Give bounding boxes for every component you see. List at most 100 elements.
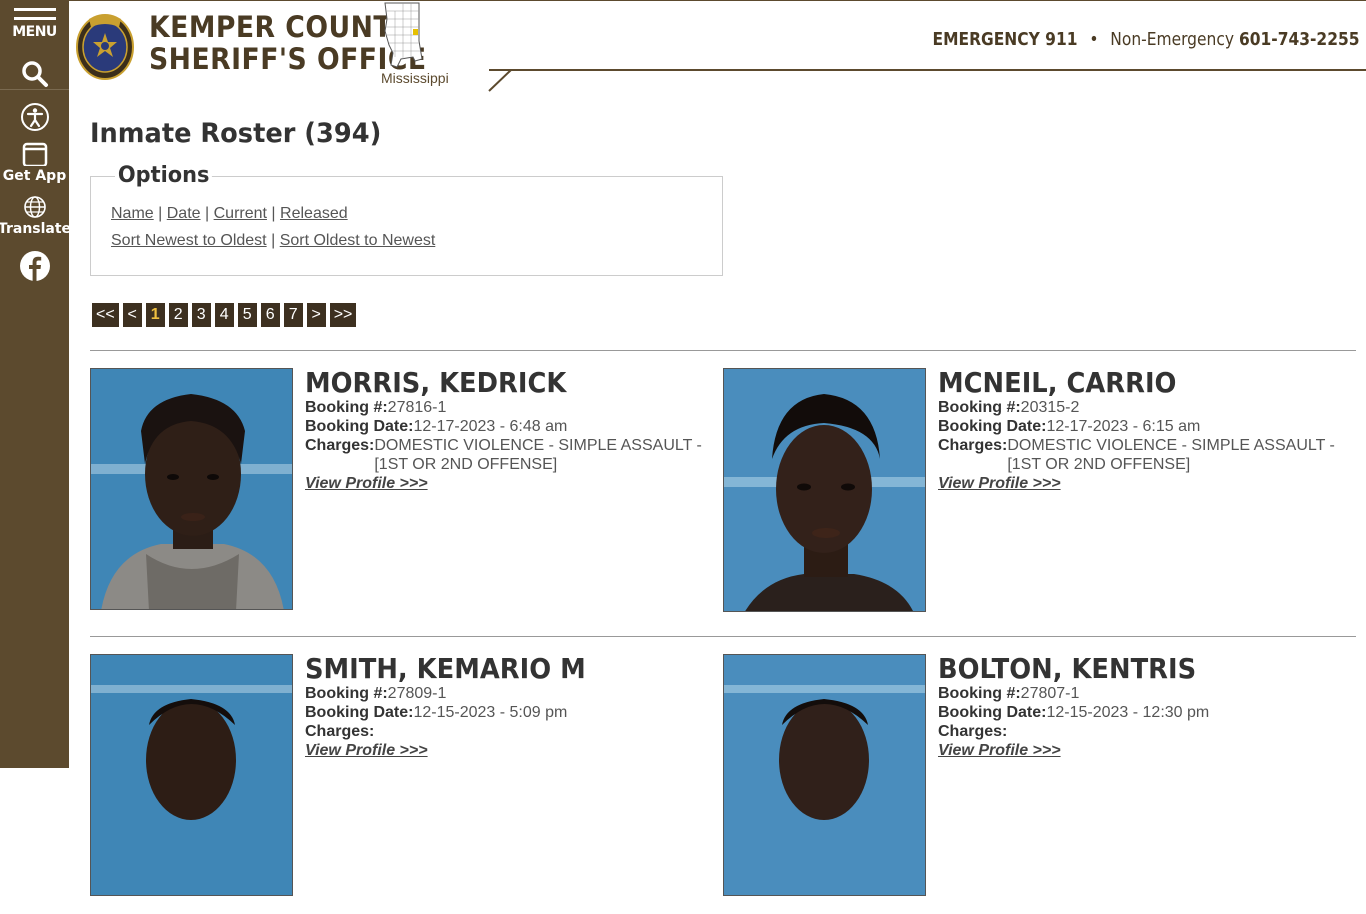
charges-value <box>374 722 715 741</box>
page-5-button[interactable]: 5 <box>237 303 257 327</box>
page-prev-button[interactable]: < <box>122 303 142 327</box>
page-4-button[interactable]: 4 <box>214 303 234 327</box>
divider <box>90 636 1356 637</box>
divider <box>90 350 1356 351</box>
inmate-photo[interactable] <box>90 654 293 896</box>
view-profile-link[interactable]: View Profile >>> <box>938 741 1061 760</box>
inmate-info: SMITH, KEMARIO M Booking #: 27809-1 Book… <box>305 654 715 760</box>
link-divider: | <box>205 205 210 222</box>
mugshot-image <box>724 655 925 895</box>
inmate-photo[interactable] <box>90 368 293 610</box>
booking-date-label: Booking Date: <box>938 704 1047 721</box>
sort-by-date-link[interactable]: Date <box>167 205 201 222</box>
sort-order-links: Sort Newest to Oldest | Sort Oldest to N… <box>111 232 435 250</box>
page-6-button[interactable]: 6 <box>260 303 280 327</box>
sort-field-links: Name | Date | Current | Released <box>111 205 348 223</box>
view-profile-link[interactable]: View Profile >>> <box>938 474 1061 493</box>
link-divider: | <box>271 232 276 249</box>
pagination: << < 1 2 3 4 5 6 7 > >> <box>92 303 357 327</box>
inmate-name: MORRIS, KEDRICK <box>305 366 567 399</box>
mugshot-image <box>724 369 925 611</box>
charges-label: Charges: <box>305 723 375 740</box>
charges-label: Charges: <box>305 437 375 454</box>
booking-date-label: Booking Date: <box>938 418 1047 435</box>
booking-number-row: Booking #: 20315-2 <box>938 398 1348 417</box>
charges-value: DOMESTIC VIOLENCE - SIMPLE ASSAULT - [1S… <box>1007 437 1335 473</box>
header-divider <box>488 69 512 92</box>
inmate-name: MCNEIL, CARRIO <box>938 366 1177 399</box>
options-legend: Options <box>115 163 213 188</box>
inmate-name: SMITH, KEMARIO M <box>305 652 586 685</box>
booking-number-label: Booking #: <box>305 399 388 416</box>
booking-date-row: Booking Date: 12-15-2023 - 12:30 pm <box>938 703 1348 722</box>
inmate-photo[interactable] <box>723 368 926 612</box>
inmate-info: MORRIS, KEDRICK Booking #: 27816-1 Booki… <box>305 368 715 493</box>
get-app-label: Get App <box>2 168 67 184</box>
booking-number-value: 27809-1 <box>387 685 447 702</box>
link-divider: | <box>271 205 276 222</box>
booking-number-value: 27816-1 <box>387 399 447 416</box>
booking-number-row: Booking #: 27807-1 <box>938 684 1348 703</box>
sort-oldest-link[interactable]: Sort Oldest to Newest <box>280 232 436 249</box>
translate-label: Translate <box>0 221 72 237</box>
booking-number-value: 27807-1 <box>1020 685 1080 702</box>
view-profile-link[interactable]: View Profile >>> <box>305 474 428 493</box>
page-1-button[interactable]: 1 <box>145 303 165 327</box>
emergency-number[interactable]: EMERGENCY 911 <box>933 29 1078 50</box>
menu-label: MENU <box>12 24 57 40</box>
booking-date-label: Booking Date: <box>305 704 414 721</box>
charges-row: Charges: <box>305 722 715 741</box>
inmate-photo[interactable] <box>723 654 926 896</box>
mugshot-image <box>91 655 292 895</box>
page-2-button[interactable]: 2 <box>168 303 188 327</box>
booking-date-row: Booking Date: 12-15-2023 - 5:09 pm <box>305 703 715 722</box>
page-next-button[interactable]: > <box>306 303 326 327</box>
options-box: Options Name | Date | Current | Released… <box>90 163 723 276</box>
filter-current-link[interactable]: Current <box>214 205 267 222</box>
facebook-icon <box>19 251 50 281</box>
phone-icon <box>22 142 47 166</box>
get-app-button[interactable]: Get App <box>0 142 69 184</box>
mugshot-image <box>91 369 292 609</box>
search-icon <box>21 61 48 87</box>
accessibility-button[interactable] <box>0 102 69 132</box>
page-3-button[interactable]: 3 <box>191 303 211 327</box>
booking-number-value: 20315-2 <box>1020 399 1080 416</box>
globe-icon <box>23 196 46 218</box>
inmate-card: SMITH, KEMARIO M Booking #: 27809-1 Book… <box>90 654 710 914</box>
booking-number-label: Booking #: <box>938 685 1021 702</box>
booking-number-label: Booking #: <box>938 399 1021 416</box>
sheriff-badge-logo[interactable] <box>75 9 135 81</box>
site-header: KEMPER COUNTY SHERIFF'S OFFICE Mississip… <box>69 0 1366 92</box>
search-button[interactable] <box>0 60 69 90</box>
booking-date-row: Booking Date: 12-17-2023 - 6:48 am <box>305 417 715 436</box>
charges-value <box>1007 722 1348 741</box>
nonemergency-phone[interactable]: 601-743-2255 <box>1239 29 1360 50</box>
sort-by-name-link[interactable]: Name <box>111 205 154 222</box>
booking-date-value: 12-15-2023 - 12:30 pm <box>1046 704 1210 721</box>
filter-released-link[interactable]: Released <box>280 205 348 222</box>
facebook-button[interactable] <box>0 250 69 282</box>
contact-info: EMERGENCY 911 • Non-Emergency 601-743-22… <box>933 29 1360 50</box>
charges-value: DOMESTIC VIOLENCE - SIMPLE ASSAULT - [1S… <box>374 437 702 473</box>
page-first-button[interactable]: << <box>92 303 119 327</box>
mississippi-map-icon <box>384 2 423 68</box>
booking-date-value: 12-17-2023 - 6:48 am <box>413 418 568 435</box>
menu-button[interactable]: MENU <box>0 8 69 40</box>
booking-date-row: Booking Date: 12-17-2023 - 6:15 am <box>938 417 1348 436</box>
charges-label: Charges: <box>938 437 1008 454</box>
charges-row: Charges: DOMESTIC VIOLENCE - SIMPLE ASSA… <box>938 436 1348 474</box>
translate-button[interactable]: Translate <box>0 195 72 237</box>
booking-date-value: 12-15-2023 - 5:09 pm <box>413 704 568 721</box>
view-profile-link[interactable]: View Profile >>> <box>305 741 428 760</box>
page-last-button[interactable]: >> <box>329 303 357 327</box>
charges-row: Charges: DOMESTIC VIOLENCE - SIMPLE ASSA… <box>305 436 715 474</box>
sort-newest-link[interactable]: Sort Newest to Oldest <box>111 232 267 249</box>
charges-row: Charges: <box>938 722 1348 741</box>
booking-date-label: Booking Date: <box>305 418 414 435</box>
charges-label: Charges: <box>938 723 1008 740</box>
page-7-button[interactable]: 7 <box>283 303 303 327</box>
inmate-card: MORRIS, KEDRICK Booking #: 27816-1 Booki… <box>90 368 710 628</box>
inmate-card: MCNEIL, CARRIO Booking #: 20315-2 Bookin… <box>723 368 1343 628</box>
inmate-info: MCNEIL, CARRIO Booking #: 20315-2 Bookin… <box>938 368 1348 493</box>
